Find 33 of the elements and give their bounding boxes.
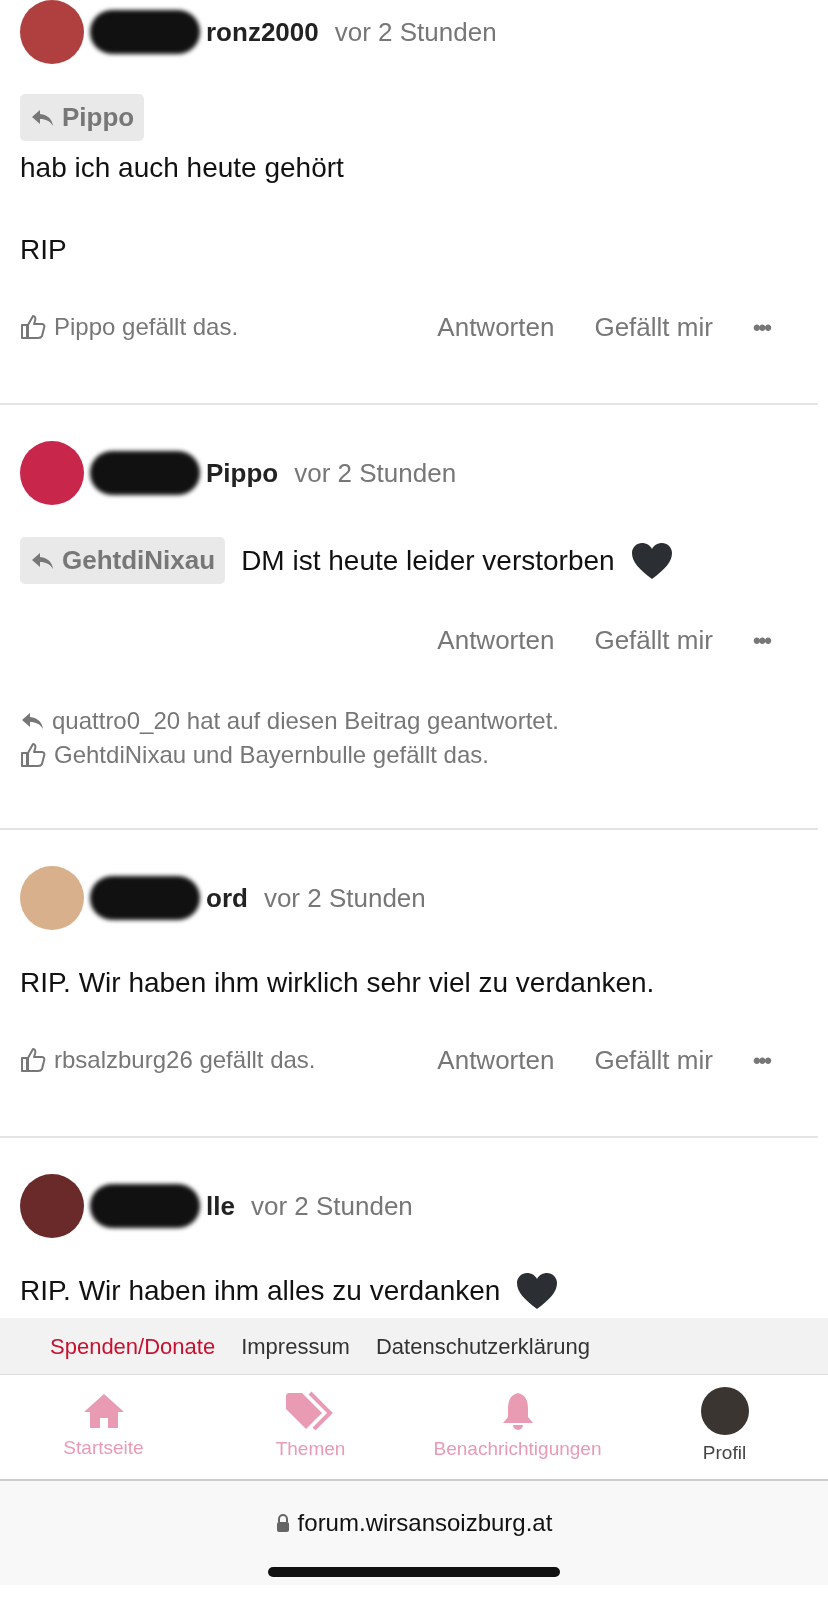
reply-to-link[interactable]: Pippo <box>20 94 145 141</box>
post-text: RIP <box>20 233 67 267</box>
post-text: hab ich auch heute gehört <box>20 151 344 185</box>
post-time: vor 2 Stunden <box>250 1189 413 1223</box>
post-text: RIP. Wir haben ihm wirklich sehr viel zu verdanken. <box>20 966 655 1000</box>
action-link[interactable]: Antworten <box>437 307 555 347</box>
like-summary: rbsalzburg26 gefällt das. <box>54 1045 316 1075</box>
like-summary: GehtdiNixau und Bayernbulle gefällt das. <box>54 740 489 770</box>
more-options-button[interactable]: ••• <box>752 623 770 657</box>
footer-link[interactable]: Impressum <box>241 1329 350 1363</box>
post-time: vor 2 Stunden <box>263 881 426 915</box>
post-text: RIP. Wir haben ihm alles zu verdanken <box>20 1274 501 1308</box>
post-time: vor 2 Stunden <box>334 15 497 49</box>
reply-summary: quattro0_20 hat auf diesen Beitrag geantwortet. <box>52 706 560 736</box>
reply-to-link[interactable]: GehtdiNixau <box>20 537 226 584</box>
action-link[interactable]: Gefällt mir <box>594 307 713 347</box>
footer-link[interactable]: Datenschutzerklärung <box>375 1329 590 1363</box>
nav-tab[interactable]: Profil <box>621 1375 828 1479</box>
footer-link[interactable]: Spenden/Donate <box>50 1329 216 1363</box>
action-link[interactable]: Antworten <box>437 1040 555 1080</box>
action-link[interactable]: Gefällt mir <box>594 1040 713 1080</box>
username[interactable]: ord <box>206 878 248 918</box>
post-text: DM ist heute leider verstorben <box>241 543 615 578</box>
action-link[interactable]: Antworten <box>437 620 555 660</box>
action-link[interactable]: Gefällt mir <box>594 620 713 660</box>
more-options-button[interactable]: ••• <box>752 1043 770 1077</box>
username[interactable]: Pippo <box>206 453 279 493</box>
username[interactable]: lle <box>206 1186 235 1226</box>
more-options-button[interactable]: ••• <box>752 310 770 344</box>
post-time: vor 2 Stunden <box>294 456 457 490</box>
like-summary: Pippo gefällt das. <box>54 312 239 342</box>
username[interactable]: ronz2000 <box>206 12 319 52</box>
url-text: forum.wirsansoizburg.at <box>297 1508 553 1538</box>
